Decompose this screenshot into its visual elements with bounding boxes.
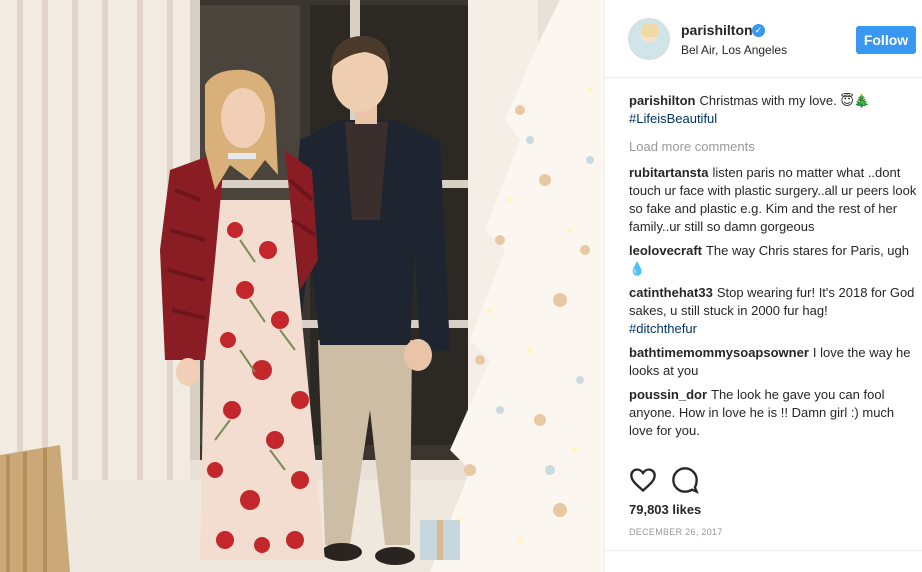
caption-username[interactable]: parishilton [629, 93, 695, 108]
caption-text: Christmas with my love. 😇🎄 [699, 93, 871, 108]
caption: parishilton Christmas with my love. 😇🎄 #L… [629, 92, 917, 128]
comments-list: parishilton Christmas with my love. 😇🎄 #L… [629, 92, 917, 446]
comment-item: poussin_dor The look he gave you can fool… [629, 386, 917, 440]
post-actions [629, 466, 917, 496]
post-header: parishilton ✓ Bel Air, Los Angeles Follo… [605, 0, 922, 78]
author-avatar[interactable] [628, 18, 670, 60]
comment-hashtag[interactable]: #ditchthefur [629, 321, 697, 336]
post-location[interactable]: Bel Air, Los Angeles [681, 43, 787, 57]
verified-badge-icon: ✓ [752, 24, 765, 37]
comment-username[interactable]: leolovecraft [629, 243, 702, 258]
likes-count[interactable]: 79,803 likes [629, 502, 701, 517]
comment-item: bathtimemommysoapsowner I love the way he… [629, 344, 917, 380]
comment-item: leolovecraft The way Chris stares for Par… [629, 242, 917, 278]
caption-hashtag[interactable]: #LifeisBeautiful [629, 111, 717, 126]
comment-username[interactable]: bathtimemommysoapsowner [629, 345, 809, 360]
post-photo[interactable] [0, 0, 604, 572]
comment-item: catinthehat33 Stop wearing fur! It's 2018… [629, 284, 917, 338]
post-date: DECEMBER 26, 2017 [629, 527, 723, 537]
comment-username[interactable]: poussin_dor [629, 387, 707, 402]
load-more-comments-link[interactable]: Load more comments [629, 138, 917, 156]
heart-icon[interactable] [629, 466, 657, 494]
author-username[interactable]: parishilton [681, 22, 753, 38]
post-side-panel: parishilton ✓ Bel Air, Los Angeles Follo… [604, 0, 922, 572]
comment-item: rubitartansta listen paris no matter what… [629, 164, 917, 236]
comment-username[interactable]: catinthehat33 [629, 285, 713, 300]
follow-button[interactable]: Follow [856, 26, 916, 54]
photo-illustration [0, 0, 604, 572]
add-comment-area[interactable] [605, 550, 922, 572]
speech-bubble-icon[interactable] [671, 466, 699, 494]
comment-username[interactable]: rubitartansta [629, 165, 708, 180]
